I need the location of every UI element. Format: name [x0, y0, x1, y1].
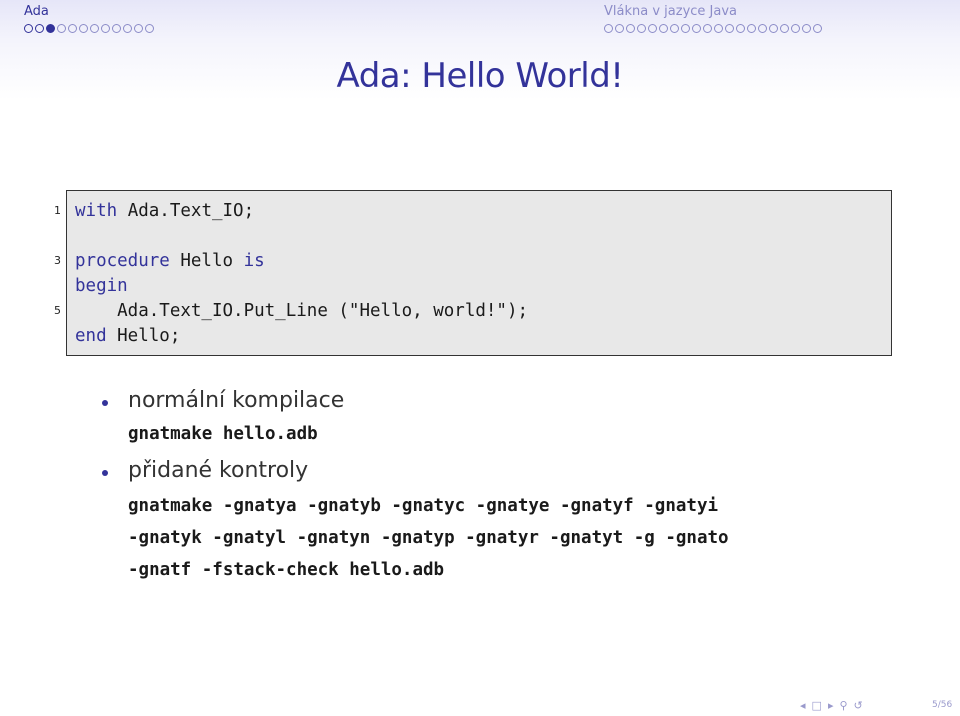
section-progress-dots[interactable]: [24, 24, 154, 33]
progress-dot[interactable]: [101, 24, 110, 33]
progress-dot[interactable]: [802, 24, 811, 33]
command-line: gnatmake hello.adb: [128, 424, 318, 444]
progress-dot[interactable]: [626, 24, 635, 33]
progress-dot[interactable]: [813, 24, 822, 33]
code-keyword: with: [75, 201, 118, 221]
progress-dot[interactable]: [747, 24, 756, 33]
code-keyword: procedure: [75, 251, 170, 271]
progress-dot[interactable]: [780, 24, 789, 33]
bullet-label: normální kompilace: [128, 388, 345, 413]
progress-dot[interactable]: [714, 24, 723, 33]
progress-dot[interactable]: [703, 24, 712, 33]
line-number: 3: [54, 254, 61, 267]
line-number: 1: [54, 204, 61, 217]
progress-dot[interactable]: [659, 24, 668, 33]
frame-icon[interactable]: □: [812, 700, 822, 711]
progress-dot[interactable]: [79, 24, 88, 33]
code-line: begin: [75, 275, 128, 297]
progress-dot[interactable]: [112, 24, 121, 33]
bullet-label: přidané kontroly: [128, 458, 309, 483]
bullet-icon: [102, 400, 108, 406]
undo-icon[interactable]: ↺: [854, 700, 863, 711]
code-text: Hello: [169, 251, 244, 271]
command-line: -gnatyk -gnatyl -gnatyn -gnatyp -gnatyr …: [128, 528, 729, 548]
line-number: 5: [54, 304, 61, 317]
progress-dot[interactable]: [769, 24, 778, 33]
progress-dot[interactable]: [46, 24, 55, 33]
beamer-navigation: ◂ □ ▸ ⚲ ↺: [800, 700, 863, 711]
code-text: Ada.Text_IO.Put_Line ("Hello, world!");: [75, 301, 529, 321]
progress-dot[interactable]: [670, 24, 679, 33]
progress-dot[interactable]: [791, 24, 800, 33]
subsection-title[interactable]: Vlákna v jazyce Java: [604, 4, 737, 19]
command-line: -gnatf -fstack-check hello.adb: [128, 560, 445, 580]
code-keyword: end: [75, 326, 107, 346]
section-title[interactable]: Ada: [24, 4, 49, 19]
code-listing: with Ada.Text_IO; procedure Hello is begin…: [66, 190, 892, 356]
code-text: Ada.Text_IO;: [117, 201, 255, 221]
progress-dot[interactable]: [90, 24, 99, 33]
progress-dot[interactable]: [68, 24, 77, 33]
page-number: 5/56: [932, 700, 953, 710]
code-keyword: is: [243, 251, 265, 271]
progress-dot[interactable]: [692, 24, 701, 33]
subsection-progress-dots[interactable]: [604, 24, 822, 33]
progress-dot[interactable]: [648, 24, 657, 33]
progress-dot[interactable]: [758, 24, 767, 33]
code-line: procedure Hello is: [75, 250, 265, 272]
slide-title: Ada: Hello World!: [336, 56, 624, 96]
progress-dot[interactable]: [604, 24, 613, 33]
progress-dot[interactable]: [615, 24, 624, 33]
arrow-right-icon[interactable]: ▸: [828, 700, 834, 711]
progress-dot[interactable]: [57, 24, 66, 33]
progress-dot[interactable]: [134, 24, 143, 33]
progress-dot[interactable]: [145, 24, 154, 33]
progress-dot[interactable]: [24, 24, 33, 33]
progress-dot[interactable]: [637, 24, 646, 33]
arrow-left-icon[interactable]: ◂: [800, 700, 806, 711]
search-icon[interactable]: ⚲: [839, 700, 847, 711]
code-line: with Ada.Text_IO;: [75, 200, 254, 222]
progress-dot[interactable]: [35, 24, 44, 33]
code-line: Ada.Text_IO.Put_Line ("Hello, world!");: [75, 300, 528, 322]
code-text: Hello;: [106, 326, 181, 346]
code-keyword: begin: [75, 276, 128, 296]
progress-dot[interactable]: [123, 24, 132, 33]
bullet-icon: [102, 470, 108, 476]
command-line: gnatmake -gnatya -gnatyb -gnatyc -gnatye…: [128, 496, 719, 516]
code-line: end Hello;: [75, 325, 180, 347]
progress-dot[interactable]: [681, 24, 690, 33]
progress-dot[interactable]: [736, 24, 745, 33]
progress-dot[interactable]: [725, 24, 734, 33]
